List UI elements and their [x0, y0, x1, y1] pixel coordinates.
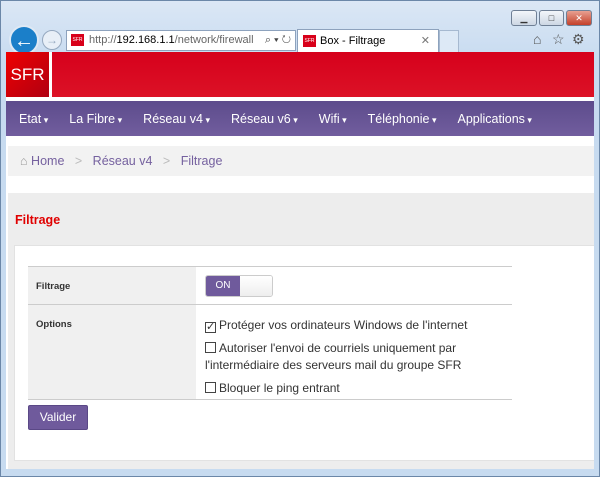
toggle-off-part [240, 276, 272, 296]
option-label: Autoriser l'envoi de courriels uniquemen… [205, 341, 462, 372]
minimize-button[interactable]: ▁ [511, 10, 537, 26]
nav-la-fibre[interactable]: La Fibre [69, 112, 122, 126]
url-prefix: http:// [89, 34, 117, 46]
option-label: Bloquer le ping entrant [219, 381, 340, 395]
favorites-star-icon[interactable]: ☆ [552, 31, 565, 48]
page-title: Filtrage [15, 213, 61, 227]
checkbox-checked[interactable]: ✓ [205, 322, 216, 333]
option-mail-sfr[interactable]: Autoriser l'envoi de courriels uniquemen… [205, 340, 503, 374]
table-row: Filtrage ON [28, 267, 512, 305]
search-refresh-icons[interactable]: ⌕ ▾ ↻ [265, 31, 291, 50]
forward-button[interactable]: → [42, 30, 62, 50]
nav-reseau-v4[interactable]: Réseau v4 [143, 112, 210, 126]
nav-applications[interactable]: Applications [458, 112, 532, 126]
tab-favicon: SFR [303, 35, 316, 47]
options-label: Options [28, 305, 196, 399]
checkbox[interactable] [205, 342, 216, 353]
breadcrumb-separator: > [162, 154, 171, 168]
option-block-ping[interactable]: Bloquer le ping entrant [205, 380, 503, 397]
url-host: 192.168.1.1 [116, 34, 175, 46]
new-tab-button[interactable] [439, 30, 459, 53]
form-panel: Filtrage ON Options ✓ Protéger vos ordina… [14, 245, 594, 461]
address-bar[interactable]: SFR http://192.168.1.1/network/firewall … [66, 30, 296, 51]
option-label: Protéger vos ordinateurs Windows de l'in… [219, 318, 468, 332]
gear-icon[interactable]: ⚙ [572, 31, 585, 48]
tab-box-filtrage[interactable]: SFR Box - Filtrage ✕ [297, 29, 439, 53]
url-path: /network/firewall [174, 34, 254, 46]
maximize-button[interactable]: □ [539, 10, 564, 26]
toggle-on-label: ON [206, 276, 240, 296]
main-nav: Etat La Fibre Réseau v4 Réseau v6 Wifi T… [6, 101, 594, 136]
nav-etat[interactable]: Etat [19, 112, 48, 126]
back-button[interactable]: ← [9, 25, 39, 55]
filtrage-toggle[interactable]: ON [205, 275, 273, 297]
nav-telephonie[interactable]: Téléphonie [368, 112, 437, 126]
option-windows-protect[interactable]: ✓ Protéger vos ordinateurs Windows de l'i… [205, 317, 503, 334]
page-viewport: SFR Etat La Fibre Réseau v4 Réseau v6 Wi… [6, 52, 594, 469]
valider-button[interactable]: Valider [28, 405, 88, 430]
nav-reseau-v6[interactable]: Réseau v6 [231, 112, 298, 126]
close-window-button[interactable]: ✕ [566, 10, 592, 26]
sfr-header: SFR [6, 52, 594, 97]
options-value: ✓ Protéger vos ordinateurs Windows de l'i… [196, 305, 512, 399]
checkbox[interactable] [205, 382, 216, 393]
content-area: Filtrage Filtrage ON Options ✓ Protéger v… [8, 193, 594, 469]
breadcrumb-separator: > [74, 154, 83, 168]
sfr-logo[interactable]: SFR [6, 52, 52, 97]
nav-wifi[interactable]: Wifi [319, 112, 347, 126]
settings-table: Filtrage ON Options ✓ Protéger vos ordina… [28, 266, 512, 400]
breadcrumb-reseau-v4[interactable]: Réseau v4 [93, 154, 153, 168]
tab-title: Box - Filtrage [320, 35, 386, 47]
breadcrumb: ⌂ Home > Réseau v4 > Filtrage [8, 146, 594, 176]
close-tab-icon[interactable]: ✕ [421, 30, 430, 52]
home-icon[interactable]: ⌂ [533, 31, 541, 47]
home-icon: ⌂ [20, 154, 28, 168]
filtrage-label: Filtrage [28, 267, 196, 304]
filtrage-value: ON [196, 267, 512, 304]
table-row: Options ✓ Protéger vos ordinateurs Window… [28, 305, 512, 400]
favicon: SFR [71, 34, 84, 46]
breadcrumb-home[interactable]: Home [31, 154, 64, 168]
breadcrumb-filtrage: Filtrage [180, 154, 223, 168]
